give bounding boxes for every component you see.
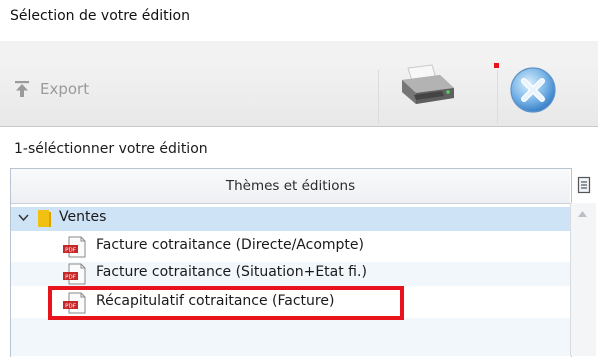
print-button[interactable] [398, 62, 458, 108]
export-button[interactable]: Export [14, 74, 89, 104]
scroll-up-button[interactable] [571, 205, 594, 223]
export-label: Export [40, 80, 90, 98]
pdf-icon: PDF [63, 263, 86, 285]
step-label: 1-séléctionner votre édition [14, 141, 208, 157]
close-icon [510, 67, 556, 113]
chevron-down-icon[interactable] [18, 214, 29, 222]
tree-group-ventes[interactable]: Ventes [11, 207, 570, 231]
toolbar-top-strip [0, 41, 598, 68]
svg-text:PDF: PDF [65, 274, 76, 280]
close-button[interactable] [509, 66, 557, 114]
window-title: Sélection de votre édition [10, 8, 190, 24]
grid-column-header[interactable]: Thèmes et éditions [11, 169, 570, 204]
printer-icon [402, 64, 454, 104]
chevron-up-icon [578, 211, 587, 217]
export-icon [15, 81, 29, 97]
pdf-icon: PDF [63, 236, 86, 258]
svg-text:PDF: PDF [65, 247, 76, 253]
tree-item[interactable]: PDF Facture cotraitance (Directe/Acompte… [11, 235, 570, 259]
tree-item[interactable]: PDF Facture cotraitance (Situation+Etat … [11, 262, 570, 286]
tree-empty-row [11, 318, 570, 356]
tree-group-label: Ventes [59, 209, 107, 225]
toolbar-divider [0, 126, 598, 127]
folder-icon [38, 210, 51, 227]
toolbar-separator [497, 70, 498, 124]
toolbar-separator [378, 70, 379, 124]
column-settings-button[interactable] [572, 170, 596, 200]
tree-item-label: Facture cotraitance (Situation+Etat fi.) [96, 264, 367, 280]
grid-header-label: Thèmes et éditions [225, 178, 356, 194]
vertical-scrollbar[interactable] [570, 203, 596, 356]
highlight-box [48, 286, 404, 320]
tree-item-label: Facture cotraitance (Directe/Acompte) [96, 237, 364, 253]
document-icon [577, 176, 591, 194]
status-dot [494, 63, 499, 68]
